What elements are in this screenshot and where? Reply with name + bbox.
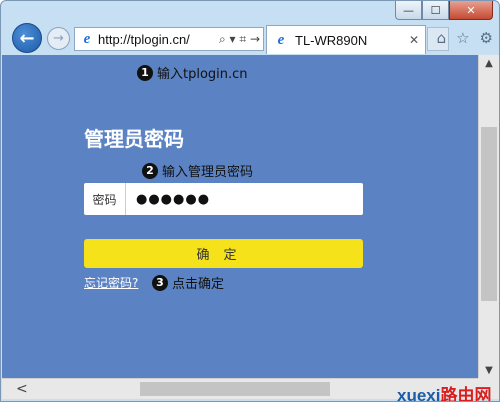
star-icon[interactable]: ☆ [456,29,469,47]
scroll-up-icon[interactable]: ▲ [479,55,499,71]
browser-tab[interactable]: e TL-WR890N ✕ [266,25,426,54]
step-2-annotation: 2 输入管理员密码 [142,161,253,180]
step-text: 点击确定 [172,277,225,292]
scroll-down-icon[interactable]: ▼ [479,362,499,378]
confirm-button[interactable]: 确定 [84,239,363,268]
step-text: 输入管理员密码 [162,165,254,180]
step-badge: 1 [137,64,153,81]
tab-favicon-icon: e [277,31,285,48]
back-arrow-icon[interactable]: ← [12,23,42,53]
vertical-scrollbar[interactable]: ▲ ▼ [478,55,499,378]
toolbar-icons: ⌂ ☆ ⚙ [437,29,493,47]
tab-close-icon[interactable]: ✕ [409,33,419,47]
gear-icon[interactable]: ⚙ [480,29,493,47]
minimize-button[interactable]: — [395,1,422,20]
ie-logo-icon: e [83,30,91,47]
address-tools[interactable]: ⌕ ▾ ⌗ → [219,32,263,47]
login-title: 管理员密码 [84,127,184,151]
step-badge: 2 [142,162,158,179]
address-bar[interactable]: e http://tplogin.cn/ ⌕ ▾ ⌗ → [74,27,264,51]
step-badge: 3 [152,274,168,291]
step-text: 输入tplogin.cn [157,67,248,82]
password-field[interactable]: 密码 ●●●●●● [84,183,363,215]
navigation-bar: ← → e http://tplogin.cn/ ⌕ ▾ ⌗ → e TL-WR… [1,23,499,55]
horizontal-scroll-thumb[interactable] [140,382,330,396]
watermark-part1: xuexi [397,386,441,402]
forgot-password-link[interactable]: 忘记密码? [84,274,138,291]
watermark-part2: 路由网 [440,386,492,402]
password-label: 密码 [84,183,126,215]
forward-arrow-icon[interactable]: → [47,27,70,50]
page-content: 1 输入tplogin.cn 管理员密码 2 输入管理员密码 密码 ●●●●●●… [2,55,478,378]
home-icon[interactable]: ⌂ [437,29,447,47]
vertical-scroll-thumb[interactable] [481,127,497,301]
step-3-annotation: 3 点击确定 [152,273,224,292]
address-url[interactable]: http://tplogin.cn/ [98,32,190,47]
tab-title: TL-WR890N [295,32,368,48]
step-1-annotation: 1 输入tplogin.cn [137,63,248,82]
password-input[interactable]: ●●●●●● [126,192,210,207]
close-window-button[interactable]: ✕ [449,1,493,20]
watermark: xuexi路由网 [397,381,492,402]
scroll-left-icon[interactable]: < [16,381,28,397]
maximize-button[interactable]: ☐ [422,1,449,20]
caption-buttons: — ☐ ✕ [395,1,493,20]
browser-window: — ☐ ✕ ← → e http://tplogin.cn/ ⌕ ▾ ⌗ → e… [0,0,500,402]
